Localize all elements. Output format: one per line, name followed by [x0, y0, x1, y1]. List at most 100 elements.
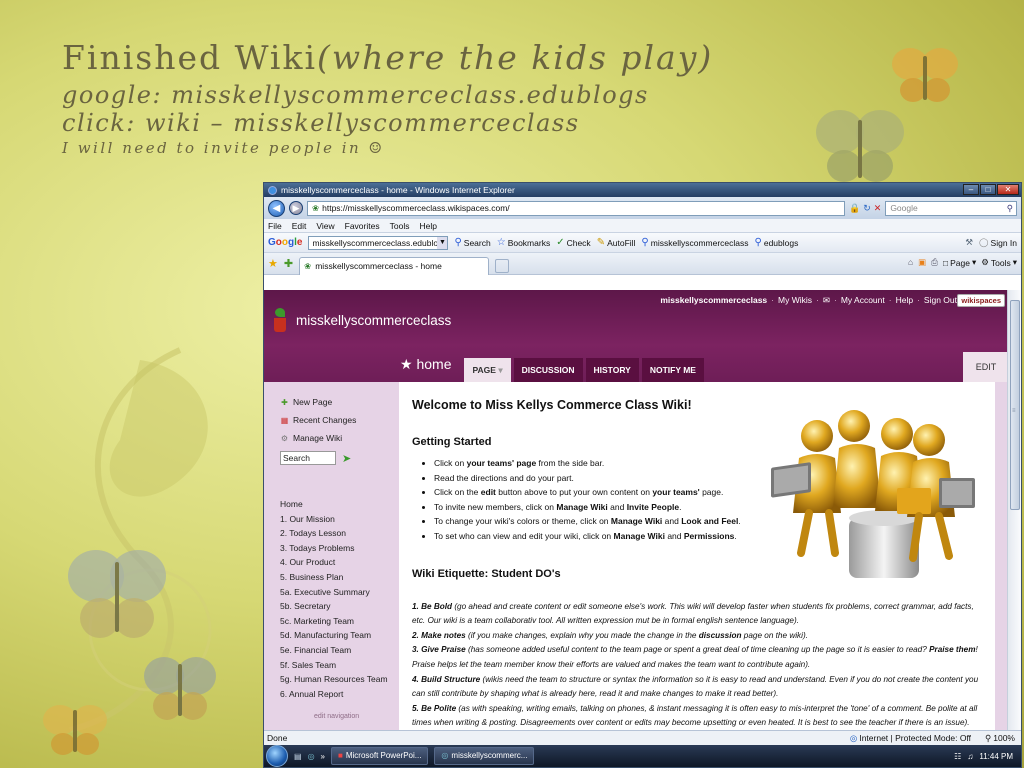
- mail-icon[interactable]: ✉: [823, 295, 830, 306]
- menu-tools[interactable]: Tools: [390, 221, 410, 231]
- add-favorites-icon[interactable]: ✚: [284, 257, 293, 270]
- nav-item[interactable]: 5b. Secretary: [280, 601, 398, 616]
- clock[interactable]: 11:44 PM: [979, 752, 1013, 761]
- edit-button[interactable]: EDIT: [963, 352, 1009, 382]
- show-desktop-icon[interactable]: ▤: [294, 752, 302, 761]
- menu-view[interactable]: View: [316, 221, 334, 231]
- home-icon[interactable]: ⌂: [908, 257, 913, 268]
- wiki-navigation: Home 1. Our Mission 2. Todays Lesson 3. …: [280, 499, 398, 703]
- my-wikis-link[interactable]: My Wikis: [778, 295, 812, 306]
- stop-icon[interactable]: ✕: [874, 203, 882, 214]
- nav-item[interactable]: 5g. Human Resources Team: [280, 674, 398, 689]
- search-term-1[interactable]: ⚲ misskellyscommerceclass: [641, 237, 748, 248]
- start-button[interactable]: [266, 745, 288, 767]
- wiki-user-name[interactable]: misskellyscommerceclass: [660, 295, 767, 306]
- my-account-link[interactable]: My Account: [841, 295, 885, 306]
- wiki-search-input[interactable]: Search: [280, 451, 336, 465]
- tab-favicon-icon: ❀: [304, 260, 312, 271]
- tools-menu-label: Tools: [990, 257, 1011, 268]
- volume-icon[interactable]: ♫: [967, 752, 973, 761]
- nav-item[interactable]: 2. Todays Lesson: [280, 528, 398, 543]
- close-button[interactable]: ✕: [997, 184, 1019, 195]
- go-arrow-icon[interactable]: ➤: [342, 452, 351, 465]
- nav-item[interactable]: 5e. Financial Team: [280, 645, 398, 660]
- taskbar-powerpoint[interactable]: ■ Microsoft PowerPoi...: [331, 747, 429, 765]
- manage-wiki-link[interactable]: ⚙ Manage Wiki: [280, 429, 398, 447]
- zoom-level: 100%: [993, 733, 1015, 743]
- menu-favorites[interactable]: Favorites: [345, 221, 380, 231]
- taskbar-item-1-label: Microsoft PowerPoi...: [345, 751, 422, 760]
- nav-item[interactable]: 5c. Marketing Team: [280, 616, 398, 631]
- print-icon[interactable]: ⎙: [931, 257, 938, 268]
- wrench-icon[interactable]: ⚒: [965, 237, 973, 248]
- nav-item[interactable]: 5a. Executive Summary: [280, 587, 398, 602]
- tab-discussion[interactable]: DISCUSSION: [513, 358, 583, 382]
- highlight-icon: ⚲: [641, 237, 649, 248]
- nav-item[interactable]: 5. Business Plan: [280, 572, 398, 587]
- sign-out-link[interactable]: Sign Out: [924, 295, 957, 306]
- autofill-button[interactable]: ✎ AutoFill: [597, 237, 636, 248]
- chevron-down-icon[interactable]: ▼: [437, 236, 448, 249]
- menu-edit[interactable]: Edit: [292, 221, 307, 231]
- signin-label: Sign In: [990, 237, 1017, 248]
- forward-button[interactable]: ▶: [289, 201, 303, 215]
- favorites-star-icon[interactable]: ★: [268, 257, 278, 270]
- google-search-input[interactable]: misskellyscommerceclass.edublogs ▼: [308, 235, 449, 250]
- ie-quicklaunch-icon[interactable]: ◎: [308, 752, 315, 761]
- url-text: https://misskellyscommerceclass.wikispac…: [322, 202, 510, 213]
- butterfly-icon: [816, 110, 904, 182]
- recent-changes-link[interactable]: ▦ Recent Changes: [280, 411, 398, 429]
- calendar-icon: ▦: [280, 415, 289, 425]
- new-page-link[interactable]: ✚ New Page: [280, 393, 398, 411]
- help-link[interactable]: Help: [896, 295, 913, 306]
- google-search-button[interactable]: ⚲ Search: [454, 237, 490, 248]
- window-titlebar[interactable]: misskellyscommerceclass - home - Windows…: [264, 183, 1021, 197]
- network-icon[interactable]: ☷: [954, 752, 961, 761]
- tools-menu[interactable]: ⚙ Tools ▾: [981, 257, 1017, 268]
- new-tab-button[interactable]: [495, 258, 510, 273]
- bookmarks-button[interactable]: ☆ Bookmarks: [497, 237, 550, 248]
- minimize-button[interactable]: –: [963, 184, 979, 195]
- tab-bar: ★ ✚ ❀ misskellyscommerceclass - home ⌂ ▣…: [264, 253, 1021, 275]
- scrollbar-thumb[interactable]: [1010, 300, 1020, 510]
- security-zone[interactable]: ◎ Internet | Protected Mode: Off: [850, 733, 971, 744]
- edit-navigation-link[interactable]: edit navigation: [280, 713, 398, 720]
- feeds-icon[interactable]: ▣: [918, 257, 926, 268]
- wikispaces-badge[interactable]: wikispaces: [957, 294, 1005, 307]
- nav-item[interactable]: 5d. Manufacturing Team: [280, 630, 398, 645]
- slide-title-italic: (where the kids play): [317, 38, 714, 77]
- search-icon[interactable]: ⚲: [1007, 202, 1013, 215]
- check-button[interactable]: ✓ Check: [556, 237, 590, 248]
- back-button[interactable]: ◀: [268, 199, 285, 217]
- search-term-2[interactable]: ⚲ edublogs: [755, 237, 799, 248]
- nav-item[interactable]: 5f. Sales Team: [280, 660, 398, 675]
- maximize-button[interactable]: □: [980, 184, 996, 195]
- menu-file[interactable]: File: [268, 221, 282, 231]
- nav-item[interactable]: 3. Todays Problems: [280, 543, 398, 558]
- search-box[interactable]: Google ⚲: [885, 200, 1017, 216]
- vertical-scrollbar[interactable]: ≡: [1007, 290, 1021, 732]
- overflow-chevron-icon[interactable]: »: [321, 752, 325, 761]
- menu-help[interactable]: Help: [419, 221, 436, 231]
- lock-icon[interactable]: 🔒: [849, 203, 860, 214]
- butterfly-icon: [68, 550, 166, 638]
- taskbar-ie[interactable]: ◎ misskellyscommerc...: [434, 747, 535, 765]
- zoom-control[interactable]: ⚲ 100%: [985, 733, 1015, 744]
- tab-page[interactable]: PAGE ▾: [464, 358, 511, 382]
- signin-button[interactable]: ◯ Sign In: [979, 237, 1017, 248]
- nav-item[interactable]: 1. Our Mission: [280, 514, 398, 529]
- etiquette-rules: 1. Be Bold (go ahead and create content …: [412, 600, 982, 731]
- page-menu[interactable]: □ Page ▾: [943, 257, 976, 268]
- url-field[interactable]: ❀ https://misskellyscommerceclass.wikisp…: [307, 200, 845, 216]
- nav-item[interactable]: Home: [280, 499, 398, 514]
- wiki-logo[interactable]: misskellyscommerceclass: [272, 308, 451, 332]
- tab-notify-me[interactable]: NOTIFY ME: [641, 358, 704, 382]
- tab-history[interactable]: HISTORY: [585, 358, 639, 382]
- google-search-icon: ⚲: [454, 237, 462, 248]
- nav-item[interactable]: 4. Our Product: [280, 557, 398, 572]
- autofill-icon: ✎: [596, 237, 606, 248]
- refresh-icon[interactable]: ↻: [863, 203, 871, 214]
- chevron-down-icon: ▾: [971, 257, 977, 267]
- browser-tab-home[interactable]: ❀ misskellyscommerceclass - home: [299, 256, 490, 275]
- nav-item[interactable]: 6. Annual Report: [280, 689, 398, 704]
